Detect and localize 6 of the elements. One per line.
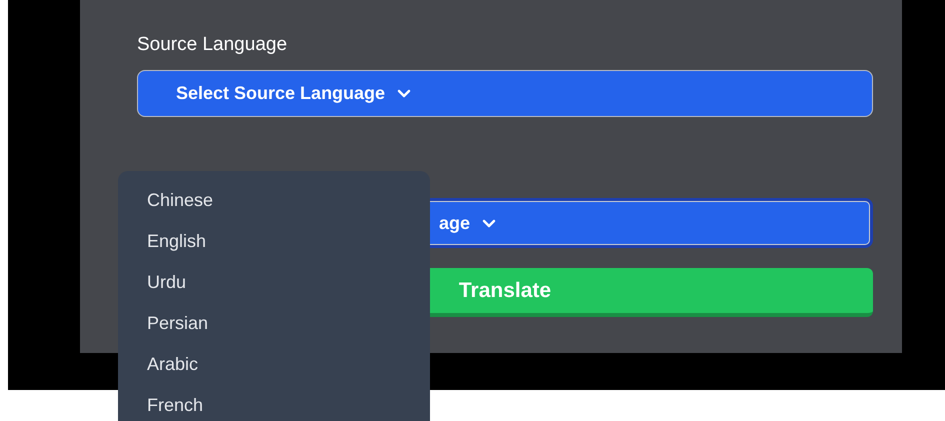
language-option[interactable]: Arabic	[118, 352, 430, 393]
source-language-label: Source Language	[137, 33, 288, 57]
chevron-down-icon	[482, 218, 496, 228]
source-language-select[interactable]: Select Source Language	[137, 70, 873, 117]
chevron-down-icon	[397, 89, 412, 98]
language-option[interactable]: French	[118, 393, 430, 421]
